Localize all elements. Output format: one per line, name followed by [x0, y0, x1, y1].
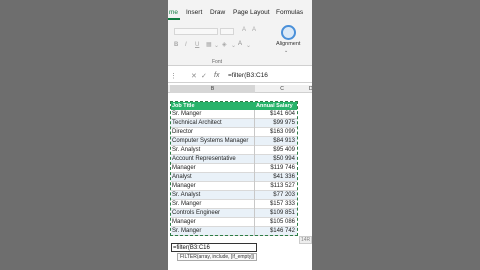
tab-draw[interactable]: Draw	[210, 9, 225, 16]
borders-icon[interactable]: ▦	[206, 41, 212, 48]
font-group-label: Font	[212, 59, 223, 65]
bold-icon[interactable]: B	[174, 42, 178, 48]
tab-formulas[interactable]: Formulas	[276, 9, 303, 16]
column-header-b[interactable]: B	[170, 85, 255, 93]
dropdown-icon[interactable]: ⌄	[214, 42, 219, 49]
name-box-dropdown-icon[interactable]: ⋮	[170, 72, 177, 80]
tab-page-layout[interactable]: Page Layout	[233, 9, 270, 16]
formula-bar-divider	[168, 82, 312, 83]
increase-font-icon[interactable]: A	[242, 27, 246, 33]
alignment-group-label: Alignment	[276, 41, 301, 47]
copy-selection-marquee	[170, 101, 298, 236]
excel-app: me Insert Draw Page Layout Formulas A A …	[168, 0, 312, 270]
font-color-icon[interactable]: A	[238, 41, 242, 47]
dropdown-icon[interactable]: ⌄	[246, 42, 251, 49]
active-cell-editor[interactable]: =filter(B3:C16	[171, 243, 257, 252]
alignment-icon[interactable]	[281, 25, 296, 40]
selection-size-badge: 14R	[299, 236, 312, 244]
tab-home[interactable]: me	[169, 9, 178, 16]
dropdown-icon[interactable]: ⌄	[231, 42, 236, 49]
italic-icon[interactable]: I	[185, 42, 187, 48]
font-name-box[interactable]	[174, 28, 218, 35]
ribbon-panel: A A B I U ▦ ⌄ ◈ ⌄ A ⌄ Font Alignment ⌄	[168, 22, 312, 66]
column-header-d[interactable]: D	[309, 85, 312, 93]
column-header-c[interactable]: C	[255, 85, 309, 93]
tab-insert[interactable]: Insert	[186, 9, 202, 16]
underline-icon[interactable]: U	[195, 42, 199, 48]
font-size-box[interactable]	[220, 28, 234, 35]
decrease-font-icon[interactable]: A	[252, 27, 256, 33]
ribbon-tabs: me Insert Draw Page Layout Formulas	[168, 0, 312, 22]
column-headers: B C D	[168, 85, 312, 93]
function-tooltip: FILTER(array, include, [if_empty])	[177, 253, 258, 261]
chevron-down-icon[interactable]: ⌄	[284, 48, 288, 54]
fill-color-icon[interactable]: ◈	[222, 41, 227, 48]
formula-input[interactable]: =filter(B3:C16	[228, 72, 268, 79]
close-icon[interactable]: ✕	[191, 72, 197, 80]
active-tab-indicator	[168, 18, 180, 20]
check-icon[interactable]: ✓	[201, 72, 207, 80]
function-icon[interactable]: fx	[214, 72, 219, 79]
